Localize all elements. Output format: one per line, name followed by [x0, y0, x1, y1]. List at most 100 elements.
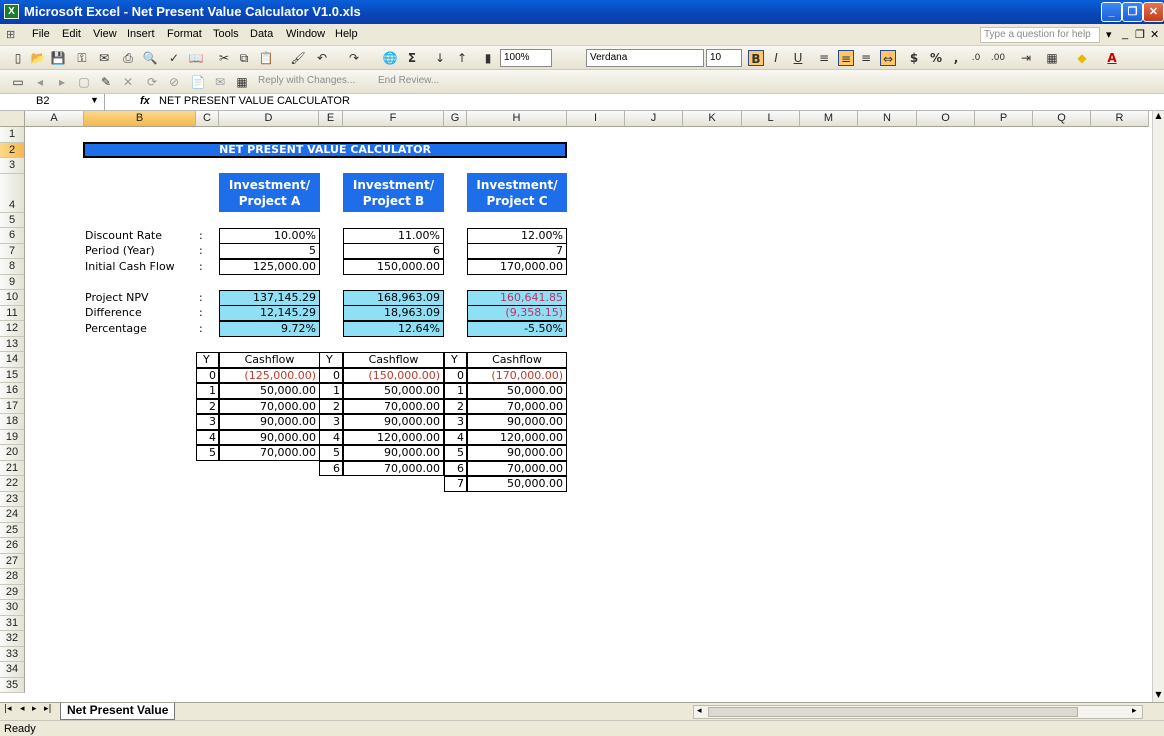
row-header-21[interactable]: 21 — [0, 460, 25, 476]
chart-wizard-icon[interactable]: ▮ — [480, 50, 496, 66]
table-row-year[interactable]: 3 — [196, 414, 219, 430]
column-header-l[interactable]: L — [742, 111, 800, 127]
project-c-initial[interactable]: 170,000.00 — [467, 259, 567, 275]
menu-data[interactable]: Data — [250, 28, 273, 40]
table-row-year[interactable]: 0 — [319, 367, 343, 383]
column-header-f[interactable]: F — [343, 111, 444, 127]
doc-close-button[interactable]: ✕ — [1150, 28, 1159, 41]
tab-net-present-value[interactable]: Net Present Value — [60, 703, 176, 720]
review-show-icon[interactable]: ▢ — [76, 74, 92, 90]
project-c-npv[interactable]: 160,641.85 — [467, 290, 567, 306]
increase-decimal-icon[interactable]: .0 — [968, 50, 984, 66]
table-row-year[interactable]: 2 — [444, 398, 467, 414]
project-a-initial[interactable]: 125,000.00 — [219, 259, 320, 275]
table-row-year[interactable]: 1 — [444, 383, 467, 399]
table-row-cashflow[interactable]: 90,000.00 — [467, 414, 567, 430]
table-row-cashflow[interactable]: 50,000.00 — [467, 476, 567, 492]
review-hide-icon[interactable]: ⊘ — [166, 74, 182, 90]
restore-button[interactable]: ❐ — [1122, 2, 1143, 22]
excel-app-icon[interactable]: X — [4, 4, 19, 19]
copy-icon[interactable]: ⧉ — [236, 50, 252, 66]
table-row-year[interactable]: 4 — [444, 429, 467, 445]
project-c-discount-rate[interactable]: 12.00% — [467, 228, 567, 244]
review-delete-icon[interactable]: ✕ — [120, 74, 136, 90]
reply-with-changes-button[interactable]: Reply with Changes... — [258, 75, 355, 86]
fx-icon[interactable]: fx — [140, 95, 150, 107]
minimize-button[interactable]: _ — [1101, 2, 1122, 22]
column-header-o[interactable]: O — [917, 111, 975, 127]
sort-descending-icon[interactable]: ↑ — [454, 50, 470, 66]
project-b-discount-rate[interactable]: 11.00% — [343, 228, 444, 244]
row-header-16[interactable]: 16 — [0, 383, 25, 399]
table-row-year[interactable]: 6 — [319, 460, 343, 476]
row-header-28[interactable]: 28 — [0, 569, 25, 585]
row-header-22[interactable]: 22 — [0, 476, 25, 492]
scroll-down-icon[interactable]: ▼ — [1153, 690, 1164, 702]
project-a-header[interactable]: Investment/ Project A — [219, 173, 320, 212]
column-header-d[interactable]: D — [219, 111, 319, 127]
row-header-13[interactable]: 13 — [0, 336, 25, 352]
column-header-e[interactable]: E — [319, 111, 343, 127]
table-row-year[interactable]: 2 — [319, 398, 343, 414]
formula-content[interactable]: NET PRESENT VALUE CALCULATOR — [159, 95, 350, 107]
menu-edit[interactable]: Edit — [62, 28, 81, 40]
autosum-icon[interactable]: Σ — [404, 50, 420, 66]
column-header-b[interactable]: B — [84, 111, 196, 127]
column-header-q[interactable]: Q — [1033, 111, 1091, 127]
permission-icon[interactable]: ⚿ — [74, 50, 90, 66]
row-header-33[interactable]: 33 — [0, 646, 25, 662]
row-header-12[interactable]: 12 — [0, 321, 25, 337]
column-header-j[interactable]: J — [625, 111, 683, 127]
project-a-difference[interactable]: 12,145.29 — [219, 305, 320, 321]
print-icon[interactable]: ⎙ — [120, 50, 136, 66]
table-row-year[interactable]: 5 — [444, 445, 467, 461]
scroll-up-icon[interactable]: ▲ — [1153, 111, 1164, 123]
row-header-3[interactable]: 3 — [0, 158, 25, 174]
review-track-icon[interactable]: ⟳ — [144, 74, 160, 90]
row-header-7[interactable]: 7 — [0, 243, 25, 259]
hyperlink-icon[interactable]: 🌐 — [382, 50, 398, 66]
email-icon[interactable]: ✉ — [96, 50, 112, 66]
label-percentage[interactable]: Percentage — [85, 322, 147, 336]
currency-icon[interactable]: $ — [906, 50, 922, 66]
project-b-period[interactable]: 6 — [343, 243, 444, 259]
label-project-npv[interactable]: Project NPV — [85, 291, 149, 305]
borders-icon[interactable]: ▦ — [1044, 50, 1060, 66]
table-row-cashflow[interactable]: 50,000.00 — [467, 383, 567, 399]
table-row-cashflow[interactable]: 90,000.00 — [467, 445, 567, 461]
horizontal-scrollbar[interactable]: ◂ ▸ — [693, 705, 1143, 719]
row-header-19[interactable]: 19 — [0, 429, 25, 445]
menu-view[interactable]: View — [93, 28, 117, 40]
help-search-input[interactable]: Type a question for help — [980, 27, 1100, 43]
column-header-m[interactable]: M — [800, 111, 858, 127]
review-reviewers-icon[interactable]: 📄 — [190, 74, 206, 90]
project-c-difference[interactable]: (9,358.15) — [467, 305, 567, 321]
table-row-cashflow[interactable]: 90,000.00 — [343, 414, 444, 430]
merge-center-icon[interactable]: ⇔ — [880, 50, 896, 66]
table-row-cashflow[interactable]: 90,000.00 — [343, 445, 444, 461]
menu-file[interactable]: File — [32, 28, 50, 40]
fill-color-icon[interactable]: ◆ — [1074, 50, 1090, 66]
comma-style-icon[interactable]: , — [948, 50, 964, 66]
undo-icon[interactable]: ↶ — [314, 50, 330, 66]
table-row-year[interactable]: 7 — [444, 476, 467, 492]
menu-tools[interactable]: Tools — [213, 28, 239, 40]
row-header-9[interactable]: 9 — [0, 274, 25, 290]
project-b-npv[interactable]: 168,963.09 — [343, 290, 444, 306]
row-header-4[interactable]: 4 — [0, 173, 25, 213]
review-next-icon[interactable]: ▸ — [54, 74, 70, 90]
row-header-35[interactable]: 35 — [0, 677, 25, 693]
project-a-npv[interactable]: 137,145.29 — [219, 290, 320, 306]
row-header-32[interactable]: 32 — [0, 631, 25, 647]
review-send-icon[interactable]: ✉ — [212, 74, 228, 90]
table-row-cashflow[interactable]: 70,000.00 — [343, 460, 444, 476]
cashflow-a-header[interactable]: Cashflow — [219, 352, 320, 368]
table-row-cashflow[interactable]: 70,000.00 — [343, 398, 444, 414]
label-difference[interactable]: Difference — [85, 306, 142, 320]
project-b-percentage[interactable]: 12.64% — [343, 321, 444, 337]
table-row-year[interactable]: 4 — [319, 429, 343, 445]
table-row-year[interactable]: 5 — [196, 445, 219, 461]
end-review-button[interactable]: End Review... — [378, 75, 439, 86]
table-row-year[interactable]: 3 — [319, 414, 343, 430]
vertical-scrollbar[interactable]: ▲ ▼ — [1152, 111, 1164, 702]
